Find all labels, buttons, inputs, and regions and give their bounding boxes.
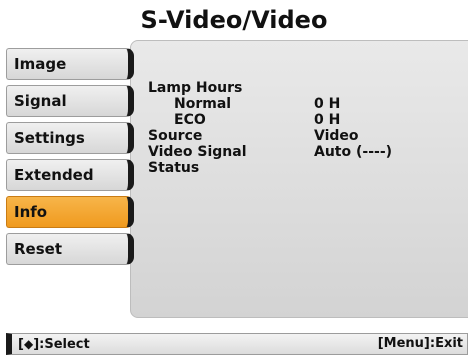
- select-hint: [◆]:Select: [18, 334, 90, 355]
- select-hint-text: ]:Select: [33, 337, 90, 352]
- menu-item-label: Extended: [14, 166, 94, 184]
- menu-item-label: Image: [14, 55, 67, 73]
- menu-item-settings[interactable]: Settings: [6, 122, 134, 154]
- menu-item-label: Signal: [14, 92, 67, 110]
- normal-label: Normal: [174, 96, 232, 112]
- row-status: Status: [148, 160, 448, 176]
- row-source: Source Video: [148, 128, 448, 144]
- source-label: Source: [148, 128, 203, 144]
- video-signal-label: Video Signal: [148, 144, 247, 160]
- row-lamp-hours: Lamp Hours: [148, 80, 448, 96]
- up-down-arrows-icon: ◆: [23, 337, 34, 351]
- exit-hint: [Menu]:Exit: [377, 336, 463, 351]
- menu-item-label: Reset: [14, 240, 62, 258]
- status-label: Status: [148, 160, 200, 176]
- source-value: Video: [314, 128, 359, 144]
- row-normal: Normal 0 H: [148, 96, 448, 112]
- footer-bar: [◆]:Select [Menu]:Exit: [6, 333, 468, 355]
- menu-item-signal[interactable]: Signal: [6, 85, 134, 117]
- eco-value: 0 H: [314, 112, 341, 128]
- menu-item-info[interactable]: Info: [6, 196, 134, 228]
- menu-item-label: Settings: [14, 129, 85, 147]
- video-signal-value: Auto (----): [314, 144, 393, 160]
- side-menu: Image Signal Settings Extended Info Rese…: [6, 48, 142, 270]
- menu-item-reset[interactable]: Reset: [6, 233, 134, 265]
- menu-item-extended[interactable]: Extended: [6, 159, 134, 191]
- row-video-signal: Video Signal Auto (----): [148, 144, 448, 160]
- menu-item-image[interactable]: Image: [6, 48, 134, 80]
- info-table: Lamp Hours Normal 0 H ECO 0 H Source Vid…: [148, 80, 448, 176]
- menu-item-label: Info: [14, 203, 48, 221]
- normal-value: 0 H: [314, 96, 341, 112]
- eco-label: ECO: [174, 112, 206, 128]
- page-title: S-Video/Video: [140, 6, 328, 34]
- row-eco: ECO 0 H: [148, 112, 448, 128]
- lamp-hours-label: Lamp Hours: [148, 80, 243, 96]
